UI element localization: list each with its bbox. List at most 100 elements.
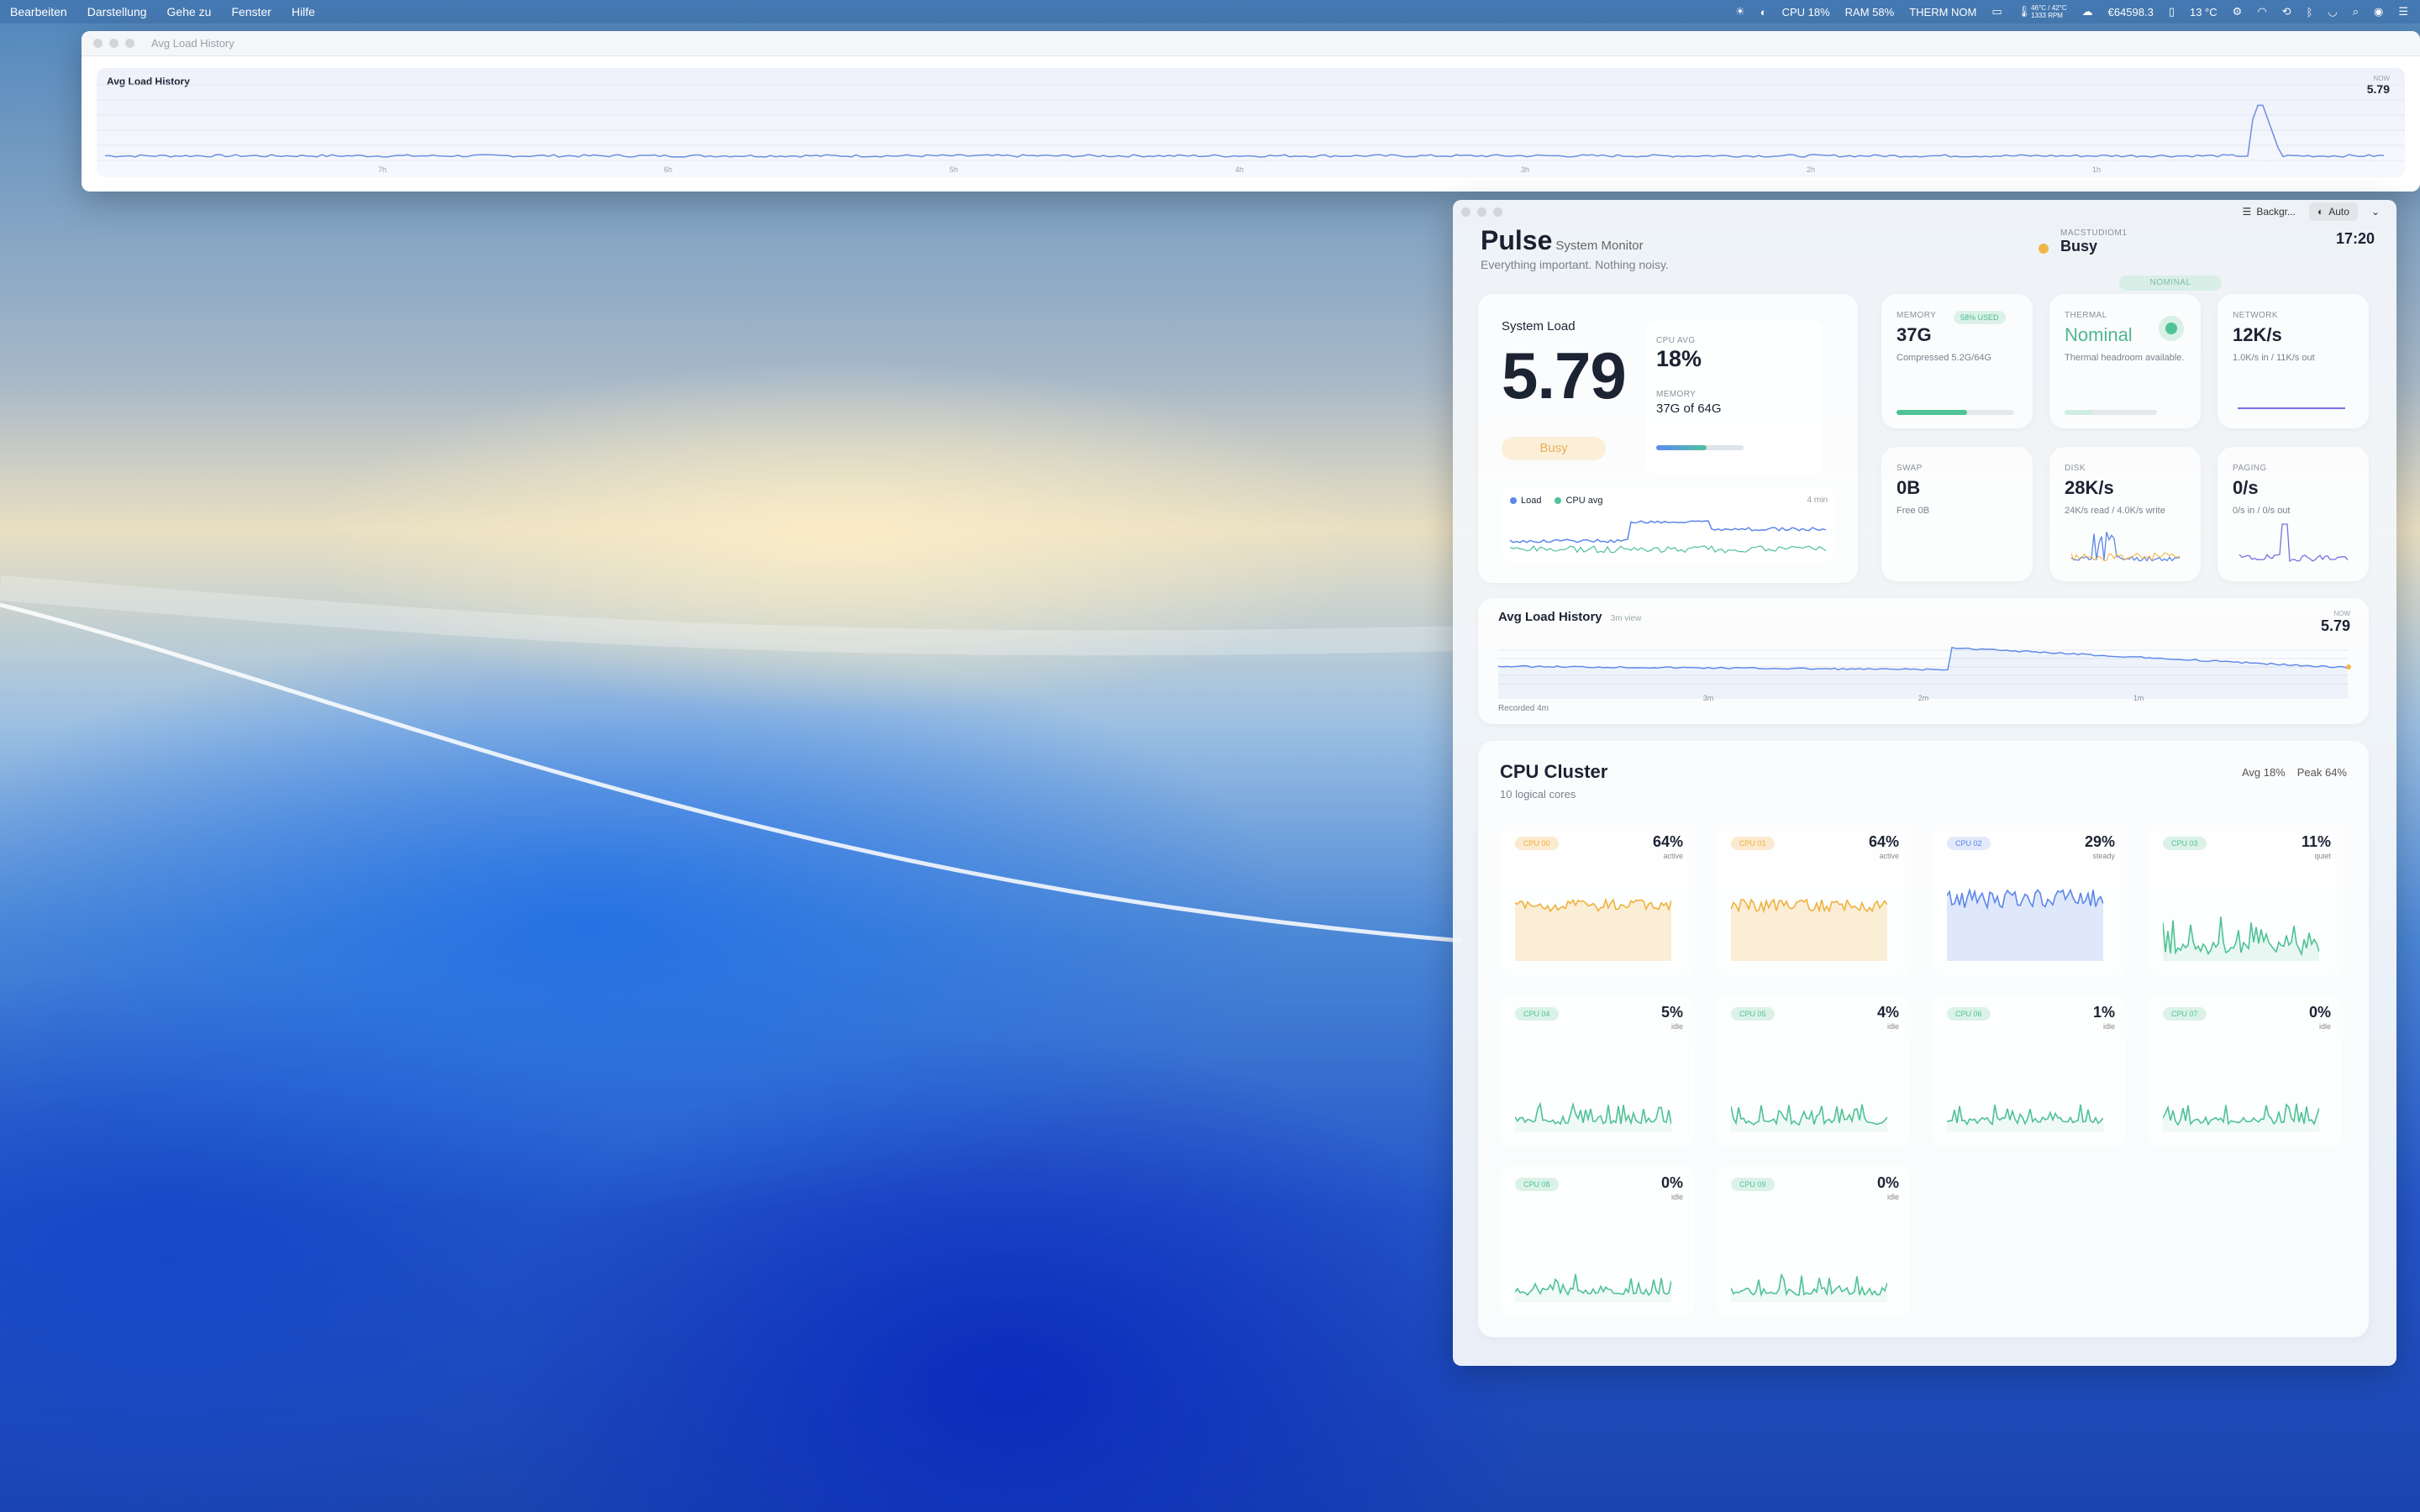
ram-status[interactable]: RAM 58% <box>1845 6 1895 18</box>
thermal-indicator-icon <box>2159 316 2184 341</box>
menu-go[interactable]: Gehe zu <box>167 5 212 18</box>
settings-icon[interactable]: ⚙ <box>2233 5 2243 18</box>
therm-status[interactable]: THERM NOM <box>1909 6 1976 18</box>
bluetooth-icon[interactable]: ᛒ <box>2307 6 2313 18</box>
brand: Pulse System Monitor <box>1481 225 2380 256</box>
paging-card: PAGING 0/s 0/s in / 0/s out <box>2217 447 2369 581</box>
temperature-status[interactable]: 🌡 46°C / 42°C 1333 RPM <box>2018 4 2067 19</box>
thermal-card-label: THERMAL <box>2065 311 2107 320</box>
cpu-core-card: CPU 00 64% active <box>1500 825 1695 976</box>
history-area <box>1498 647 2349 699</box>
core-sparkline <box>1515 1101 1671 1131</box>
pulse-titlebar: ☰ Backgr... ◐ Auto ⌄ <box>1453 200 2396 223</box>
minimize-button[interactable] <box>109 39 118 48</box>
search-icon[interactable]: ⌕ <box>2353 5 2359 18</box>
menu-help[interactable]: Hilfe <box>292 5 315 18</box>
cpu-core-card: CPU 09 0% idle <box>1716 1166 1911 1317</box>
cpu-cluster-card: CPU Cluster 10 logical cores Avg 18% Pea… <box>1478 741 2369 1337</box>
airdrop-icon[interactable]: ◠ <box>2257 5 2266 18</box>
core-sparkline <box>1731 1273 1887 1302</box>
core-sparkline <box>1515 1273 1671 1302</box>
core-name: CPU 07 <box>2163 1007 2207 1021</box>
cluster-peak: Peak 64% <box>2296 766 2347 779</box>
avg-load-history-card: Avg Load History 3m view NOW 5.79 3m 2m 1m … <box>1478 598 2369 724</box>
core-state: idle <box>2318 1022 2331 1031</box>
core-percent: 5% <box>1660 1004 1683 1021</box>
memory-card: MEMORY 58% USED 37G Compressed 5.2G/64G <box>1881 294 2033 428</box>
cpu-core-card: CPU 04 5% idle <box>1500 995 1695 1147</box>
core-area <box>1515 900 1671 961</box>
cluster-subtitle: 10 logical cores <box>1500 788 1576 801</box>
cloud-icon[interactable]: ☁ <box>2082 5 2093 18</box>
close-button[interactable] <box>93 39 103 48</box>
core-name: CPU 06 <box>1947 1007 1991 1021</box>
core-state: quiet <box>2314 852 2331 860</box>
price-status[interactable]: €64598.3 <box>2108 6 2154 18</box>
core-percent: 29% <box>2084 833 2115 850</box>
cluster-title: CPU Cluster <box>1500 761 1608 782</box>
core-sparkline <box>2163 1103 2319 1131</box>
display-icon[interactable]: ▭ <box>1991 5 2002 18</box>
thermometer-icon: 🌡 <box>2017 5 2032 18</box>
cpu-avg-label: CPU AVG <box>1656 336 1696 345</box>
appearance-select[interactable]: ◐ Auto <box>2309 202 2358 221</box>
user-icon[interactable]: ◉ <box>2374 5 2383 18</box>
core-area <box>1731 1274 1887 1302</box>
core-name: CPU 00 <box>1515 837 1559 850</box>
background-label: Backgr... <box>2256 206 2296 218</box>
memory-bar <box>1656 445 1744 450</box>
tagline: Everything important. Nothing noisy. <box>1481 258 1669 271</box>
cluster-avg: Avg 18% <box>2241 766 2286 779</box>
system-load-value: 5.79 <box>1502 339 1627 412</box>
history-tick: 6h <box>664 165 672 174</box>
minimize-button[interactable] <box>1477 207 1486 217</box>
thermal-card-sub: Thermal headroom available. <box>2065 353 2185 363</box>
core-area <box>1947 890 2103 961</box>
cpu-avg-value: 18% <box>1656 346 1702 371</box>
cpu-series <box>1509 545 1827 554</box>
control-center-icon[interactable]: ☰ <box>2398 5 2408 18</box>
chevron-down-icon[interactable]: ⌄ <box>2363 202 2388 221</box>
timemachine-icon[interactable]: ⟲ <box>2282 5 2291 18</box>
menu-edit[interactable]: Bearbeiten <box>10 5 67 18</box>
load-series <box>1509 520 1827 543</box>
swap-card-label: SWAP <box>1897 464 1923 473</box>
history-tick: 1m <box>2133 694 2144 702</box>
close-button[interactable] <box>1461 207 1470 217</box>
weather-status[interactable]: 13 °C <box>2190 6 2217 18</box>
core-state: active <box>1663 852 1683 860</box>
host-status: MACSTUDIOM1 Busy <box>2039 228 2127 255</box>
memory-value: 37G of 64G <box>1656 402 1722 416</box>
swap-card-value: 0B <box>1897 477 1921 498</box>
zoom-button[interactable] <box>125 39 134 48</box>
cpu-status[interactable]: CPU 18% <box>1782 6 1830 18</box>
core-sparkline <box>1947 887 2103 961</box>
history-chart-card: Avg Load History NOW 5.79 7h 6h 5h 4h 3h 2h 1h <box>97 68 2405 177</box>
core-state: idle <box>2102 1022 2115 1031</box>
menu-window[interactable]: Fenster <box>231 5 271 18</box>
core-percent: 0% <box>1876 1174 1899 1191</box>
history-line <box>104 104 2385 158</box>
memory-progress <box>1897 410 2014 415</box>
wifi-icon[interactable]: ◡ <box>2328 5 2337 18</box>
background-button[interactable]: ☰ Backgr... <box>2234 202 2304 221</box>
core-name: CPU 05 <box>1731 1007 1775 1021</box>
core-sparkline <box>1731 898 1887 961</box>
history-tick: 3m <box>1703 694 1714 702</box>
core-percent: 0% <box>2308 1004 2331 1021</box>
history-tick: 2m <box>1918 694 1929 702</box>
menu-view[interactable]: Darstellung <box>87 5 147 18</box>
brand-subtitle: System Monitor <box>1555 239 1644 253</box>
core-sparkline <box>1947 1104 2103 1131</box>
zoom-button[interactable] <box>1493 207 1502 217</box>
cpu-core-card: CPU 07 0% idle <box>2148 995 2343 1147</box>
history-tick: 2h <box>1807 165 1815 174</box>
pulse-menu-icon[interactable]: ◐ <box>1760 6 1767 18</box>
clock: 17:20 <box>2335 230 2375 247</box>
core-name: CPU 03 <box>2163 837 2207 850</box>
battery-icon[interactable]: ▯ <box>2169 5 2175 18</box>
core-name: CPU 08 <box>1515 1178 1559 1191</box>
core-state: active <box>1879 852 1899 860</box>
brightness-icon[interactable]: ☀ <box>1735 5 1745 18</box>
core-state: idle <box>1670 1193 1683 1201</box>
